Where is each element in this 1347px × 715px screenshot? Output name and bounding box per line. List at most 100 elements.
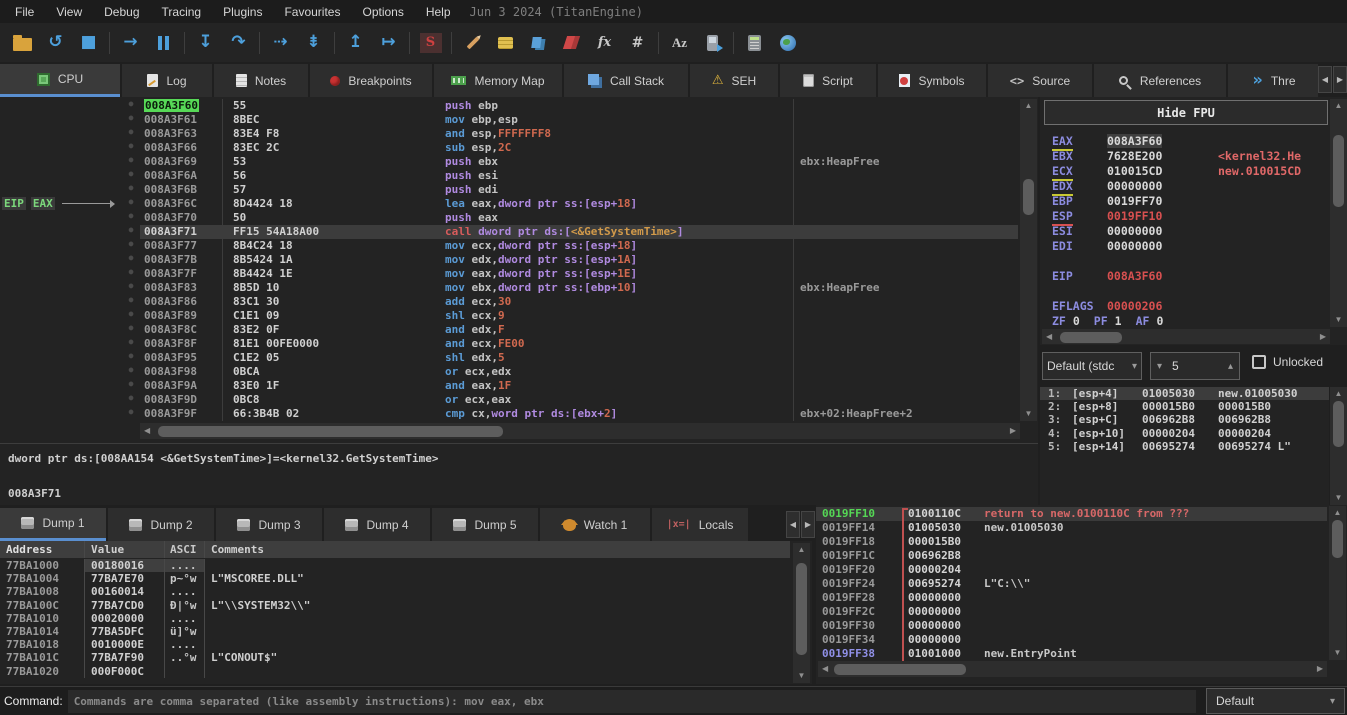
- dump-header-address[interactable]: Address: [0, 541, 84, 558]
- disasm-vscrollbar[interactable]: ▲▼: [1020, 99, 1037, 421]
- tab-dump-1[interactable]: Dump 1: [0, 508, 106, 541]
- stack-vscrollbar[interactable]: ▲▼: [1329, 506, 1346, 660]
- tab-script[interactable]: Script: [780, 64, 876, 97]
- command-input[interactable]: [68, 690, 1196, 713]
- stack-row[interactable]: 0019FF2000000204: [816, 563, 1327, 577]
- scroll-right-icon[interactable]: ▶: [1317, 665, 1323, 673]
- dump-row[interactable]: 77BA101C77BA7F90..°wL"CONOUT$": [0, 651, 790, 664]
- breakpoint-dot-icon[interactable]: ●: [122, 379, 140, 393]
- menu-item-view[interactable]: View: [45, 5, 93, 19]
- register-row[interactable]: EIP008A3F60: [1040, 269, 1328, 284]
- registers-hscrollbar[interactable]: ◀▶: [1042, 329, 1330, 344]
- scroll-down-icon[interactable]: ▼: [793, 672, 810, 680]
- menu-item-options[interactable]: Options: [351, 5, 414, 19]
- disassembly-row[interactable]: ●008A3F9D0BC8or ecx,eax: [122, 393, 1018, 407]
- disassembly-row[interactable]: ●008A3F6383E4 F8and esp,FFFFFFF8: [122, 127, 1018, 141]
- disassembly-row[interactable]: ●008A3F6B57push edi: [122, 183, 1018, 197]
- stop-icon[interactable]: ■: [72, 28, 105, 58]
- breakpoint-dot-icon[interactable]: ●: [122, 169, 140, 183]
- scroll-up-icon[interactable]: ▲: [1330, 390, 1347, 398]
- scroll-down-icon[interactable]: ▼: [1329, 649, 1346, 657]
- hash-icon[interactable]: #: [621, 28, 654, 58]
- step-over-icon[interactable]: ↷: [222, 28, 255, 58]
- tab-breakpoint[interactable]: Breakpoints: [310, 64, 432, 97]
- stack-row[interactable]: 0019FF1C006962B8: [816, 549, 1327, 563]
- register-row[interactable]: EFLAGS00000206: [1040, 299, 1328, 314]
- breakpoint-dot-icon[interactable]: ●: [122, 99, 140, 113]
- arguments-vscrollbar[interactable]: ▲▼: [1330, 387, 1347, 505]
- disassembly-row[interactable]: ●008A3F6C8D4424 18lea eax,dword ptr ss:[…: [122, 197, 1018, 211]
- breakpoint-dot-icon[interactable]: ●: [122, 281, 140, 295]
- tab-log[interactable]: Log: [122, 64, 212, 97]
- hide-fpu-button[interactable]: Hide FPU: [1044, 100, 1328, 125]
- disasm-hscrollbar[interactable]: ◀▶: [140, 423, 1020, 439]
- scroll-left-icon[interactable]: ◀: [144, 427, 150, 435]
- tab-cpu[interactable]: CPU: [0, 64, 120, 97]
- tab-references[interactable]: References: [1094, 64, 1226, 97]
- scroll-thumb[interactable]: [796, 563, 807, 655]
- tab-call-stack[interactable]: Call Stack: [564, 64, 688, 97]
- disassembly-row[interactable]: ●008A3F618BECmov ebp,esp: [122, 113, 1018, 127]
- calculator-icon[interactable]: [738, 28, 771, 58]
- dump-row[interactable]: 77BA10180010000E....: [0, 638, 790, 651]
- dump-row[interactable]: 77BA1020000F000C: [0, 665, 790, 678]
- skip-next-icon[interactable]: ⇟: [297, 28, 330, 58]
- dump-tab-scroll-left-icon[interactable]: ◀: [786, 511, 800, 538]
- tab-symbols[interactable]: Symbols: [878, 64, 986, 97]
- disassembly-row[interactable]: ●008A3F6683EC 2Csub esp,2C: [122, 141, 1018, 155]
- animate-into-icon[interactable]: ⇢: [264, 28, 297, 58]
- disassembly-row[interactable]: ●008A3F71FF15 54A18A00call dword ptr ds:…: [122, 225, 1018, 239]
- argument-row[interactable]: 1:[esp+4]01005030new.01005030: [1040, 387, 1329, 400]
- disassembly-row[interactable]: ●008A3F6055push ebp: [122, 99, 1018, 113]
- scroll-left-icon[interactable]: ◀: [1046, 333, 1052, 341]
- scroll-down-icon[interactable]: ▼: [1020, 410, 1037, 418]
- unlocked-checkbox[interactable]: [1252, 355, 1266, 369]
- stack-row[interactable]: 0019FF18000015B0: [816, 535, 1327, 549]
- tab-source[interactable]: <>Source: [988, 64, 1092, 97]
- breakpoint-dot-icon[interactable]: ●: [122, 127, 140, 141]
- breakpoint-dot-icon[interactable]: ●: [122, 197, 140, 211]
- scroll-thumb[interactable]: [1333, 401, 1344, 447]
- tab-dump-3[interactable]: Dump 3: [216, 508, 322, 541]
- dump-tab-scroll-right-icon[interactable]: ▶: [801, 511, 815, 538]
- dump-row[interactable]: 77BA100C77BA7CD0Ð|°wL"\\SYSTEM32\\": [0, 599, 790, 612]
- disassembly-row[interactable]: ●008A3F778B4C24 18mov ecx,dword ptr ss:[…: [122, 239, 1018, 253]
- dump-header-comments[interactable]: Comments: [204, 541, 790, 558]
- scroll-up-icon[interactable]: ▲: [1330, 102, 1347, 110]
- dump-row[interactable]: 77BA101477BA5DFCü]°w: [0, 625, 790, 638]
- scroll-up-icon[interactable]: ▲: [1020, 102, 1037, 110]
- tab-notes[interactable]: Notes: [214, 64, 308, 97]
- tab-seh[interactable]: ⚠SEH: [690, 64, 778, 97]
- breakpoint-dot-icon[interactable]: ●: [122, 113, 140, 127]
- open-file-icon[interactable]: [6, 28, 39, 58]
- arguments-view[interactable]: 1:[esp+4]01005030new.010050302:[esp+8]00…: [1040, 387, 1329, 505]
- argument-count-spinner[interactable]: ▾ 5 ▴: [1150, 352, 1240, 380]
- disassembly-row[interactable]: ●008A3F7050push eax: [122, 211, 1018, 225]
- dump-row[interactable]: 77BA100000180016....: [0, 559, 790, 572]
- dump-header-asci[interactable]: ASCI: [164, 541, 204, 558]
- stack-row[interactable]: 0019FF2800000000: [816, 591, 1327, 605]
- settings-icon[interactable]: S: [414, 28, 447, 58]
- patch-icon[interactable]: [456, 28, 489, 58]
- scroll-down-icon[interactable]: ▼: [1330, 494, 1347, 502]
- disassembly-panel[interactable]: EIPEAX ●008A3F6055push ebp●008A3F618BECm…: [0, 97, 1038, 443]
- argument-row[interactable]: 4:[esp+10]0000020400000204: [1040, 427, 1329, 440]
- stack-row[interactable]: 0019FF100100110Creturn to new.0100110C f…: [816, 507, 1327, 521]
- menu-item-debug[interactable]: Debug: [93, 5, 150, 19]
- stack-row[interactable]: 0019FF3801001000new.EntryPoint: [816, 647, 1327, 661]
- tab-locals[interactable]: |x=|Locals: [652, 508, 748, 541]
- spinner-up-icon[interactable]: ▴: [1228, 361, 1233, 372]
- tab-dump-2[interactable]: Dump 2: [108, 508, 214, 541]
- menu-item-help[interactable]: Help: [415, 5, 462, 19]
- stack-row[interactable]: 0019FF2C00000000: [816, 605, 1327, 619]
- scroll-thumb[interactable]: [1023, 179, 1034, 215]
- menu-item-file[interactable]: File: [4, 5, 45, 19]
- command-profile-dropdown[interactable]: Default ▾: [1206, 688, 1345, 714]
- disassembly-row[interactable]: ●008A3F980BCAor ecx,edx: [122, 365, 1018, 379]
- tab-scroll-left-icon[interactable]: ◀: [1318, 66, 1332, 93]
- tab-threads[interactable]: »Thre: [1228, 64, 1318, 97]
- scroll-right-icon[interactable]: ▶: [1320, 333, 1326, 341]
- scroll-thumb[interactable]: [1333, 135, 1344, 207]
- disassembly-row[interactable]: ●008A3F838B5D 10mov ebx,dword ptr ss:[eb…: [122, 281, 1018, 295]
- stack-row[interactable]: 0019FF3000000000: [816, 619, 1327, 633]
